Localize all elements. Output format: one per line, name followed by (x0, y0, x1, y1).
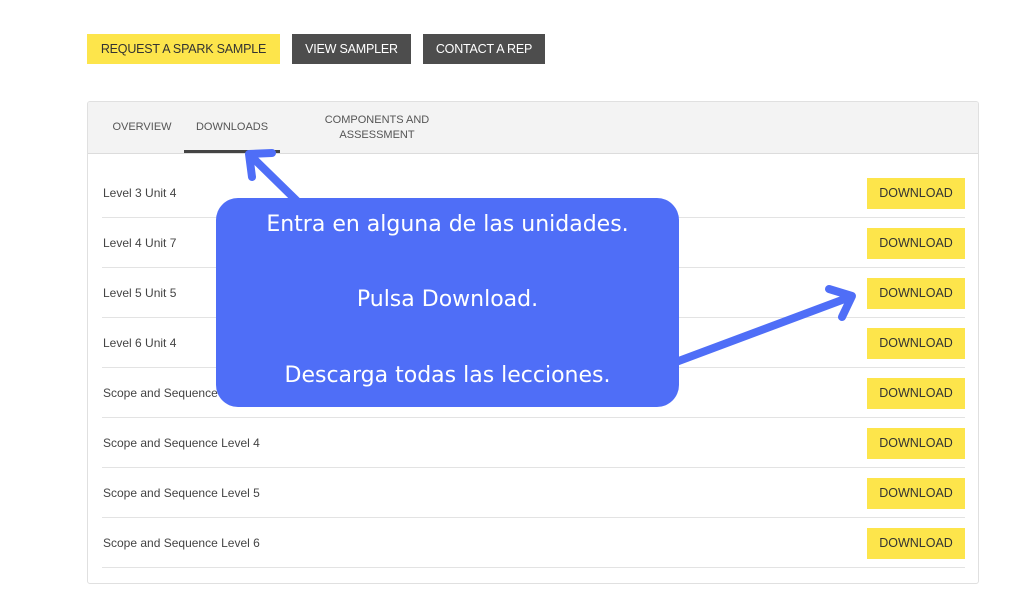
download-row-label: Scope and Sequence (103, 386, 218, 400)
download-button[interactable]: DOWNLOAD (867, 478, 965, 509)
callout-line-2: Pulsa Download. (356, 287, 539, 312)
callout-line-1: Entra en alguna de las unidades. (266, 212, 629, 237)
download-row-label: Level 3 Unit 4 (103, 186, 177, 200)
callout-line-3: Descarga todas las lecciones. (284, 363, 611, 388)
download-row-label: Level 6 Unit 4 (103, 336, 177, 350)
download-row-label: Level 5 Unit 5 (103, 286, 177, 300)
view-sampler-button[interactable]: VIEW SAMPLER (292, 34, 411, 64)
download-row-label: Scope and Sequence Level 5 (103, 486, 260, 500)
download-row-label: Scope and Sequence Level 6 (103, 536, 260, 550)
download-row: Scope and Sequence Level 5 DOWNLOAD (102, 468, 965, 518)
tab-downloads[interactable]: DOWNLOADS (184, 102, 280, 153)
download-button[interactable]: DOWNLOAD (867, 528, 965, 559)
tab-components-and-assessment[interactable]: COMPONENTS AND ASSESSMENT (314, 102, 440, 153)
request-sample-button[interactable]: REQUEST A SPARK SAMPLE (87, 34, 280, 64)
download-row-label: Level 4 Unit 7 (103, 236, 177, 250)
download-button[interactable]: DOWNLOAD (867, 378, 965, 409)
download-row-label: Scope and Sequence Level 4 (103, 436, 260, 450)
download-row: Scope and Sequence Level 4 DOWNLOAD (102, 418, 965, 468)
contact-rep-button[interactable]: CONTACT A REP (423, 34, 545, 64)
download-button[interactable]: DOWNLOAD (867, 228, 965, 259)
tab-overview[interactable]: OVERVIEW (101, 102, 183, 153)
download-row: Scope and Sequence Level 6 DOWNLOAD (102, 518, 965, 568)
download-button[interactable]: DOWNLOAD (867, 328, 965, 359)
download-button[interactable]: DOWNLOAD (867, 278, 965, 309)
download-button[interactable]: DOWNLOAD (867, 428, 965, 459)
download-button[interactable]: DOWNLOAD (867, 178, 965, 209)
tab-bar: OVERVIEW DOWNLOADS COMPONENTS AND ASSESS… (88, 102, 978, 154)
instruction-callout: Entra en alguna de las unidades. Pulsa D… (216, 198, 679, 407)
